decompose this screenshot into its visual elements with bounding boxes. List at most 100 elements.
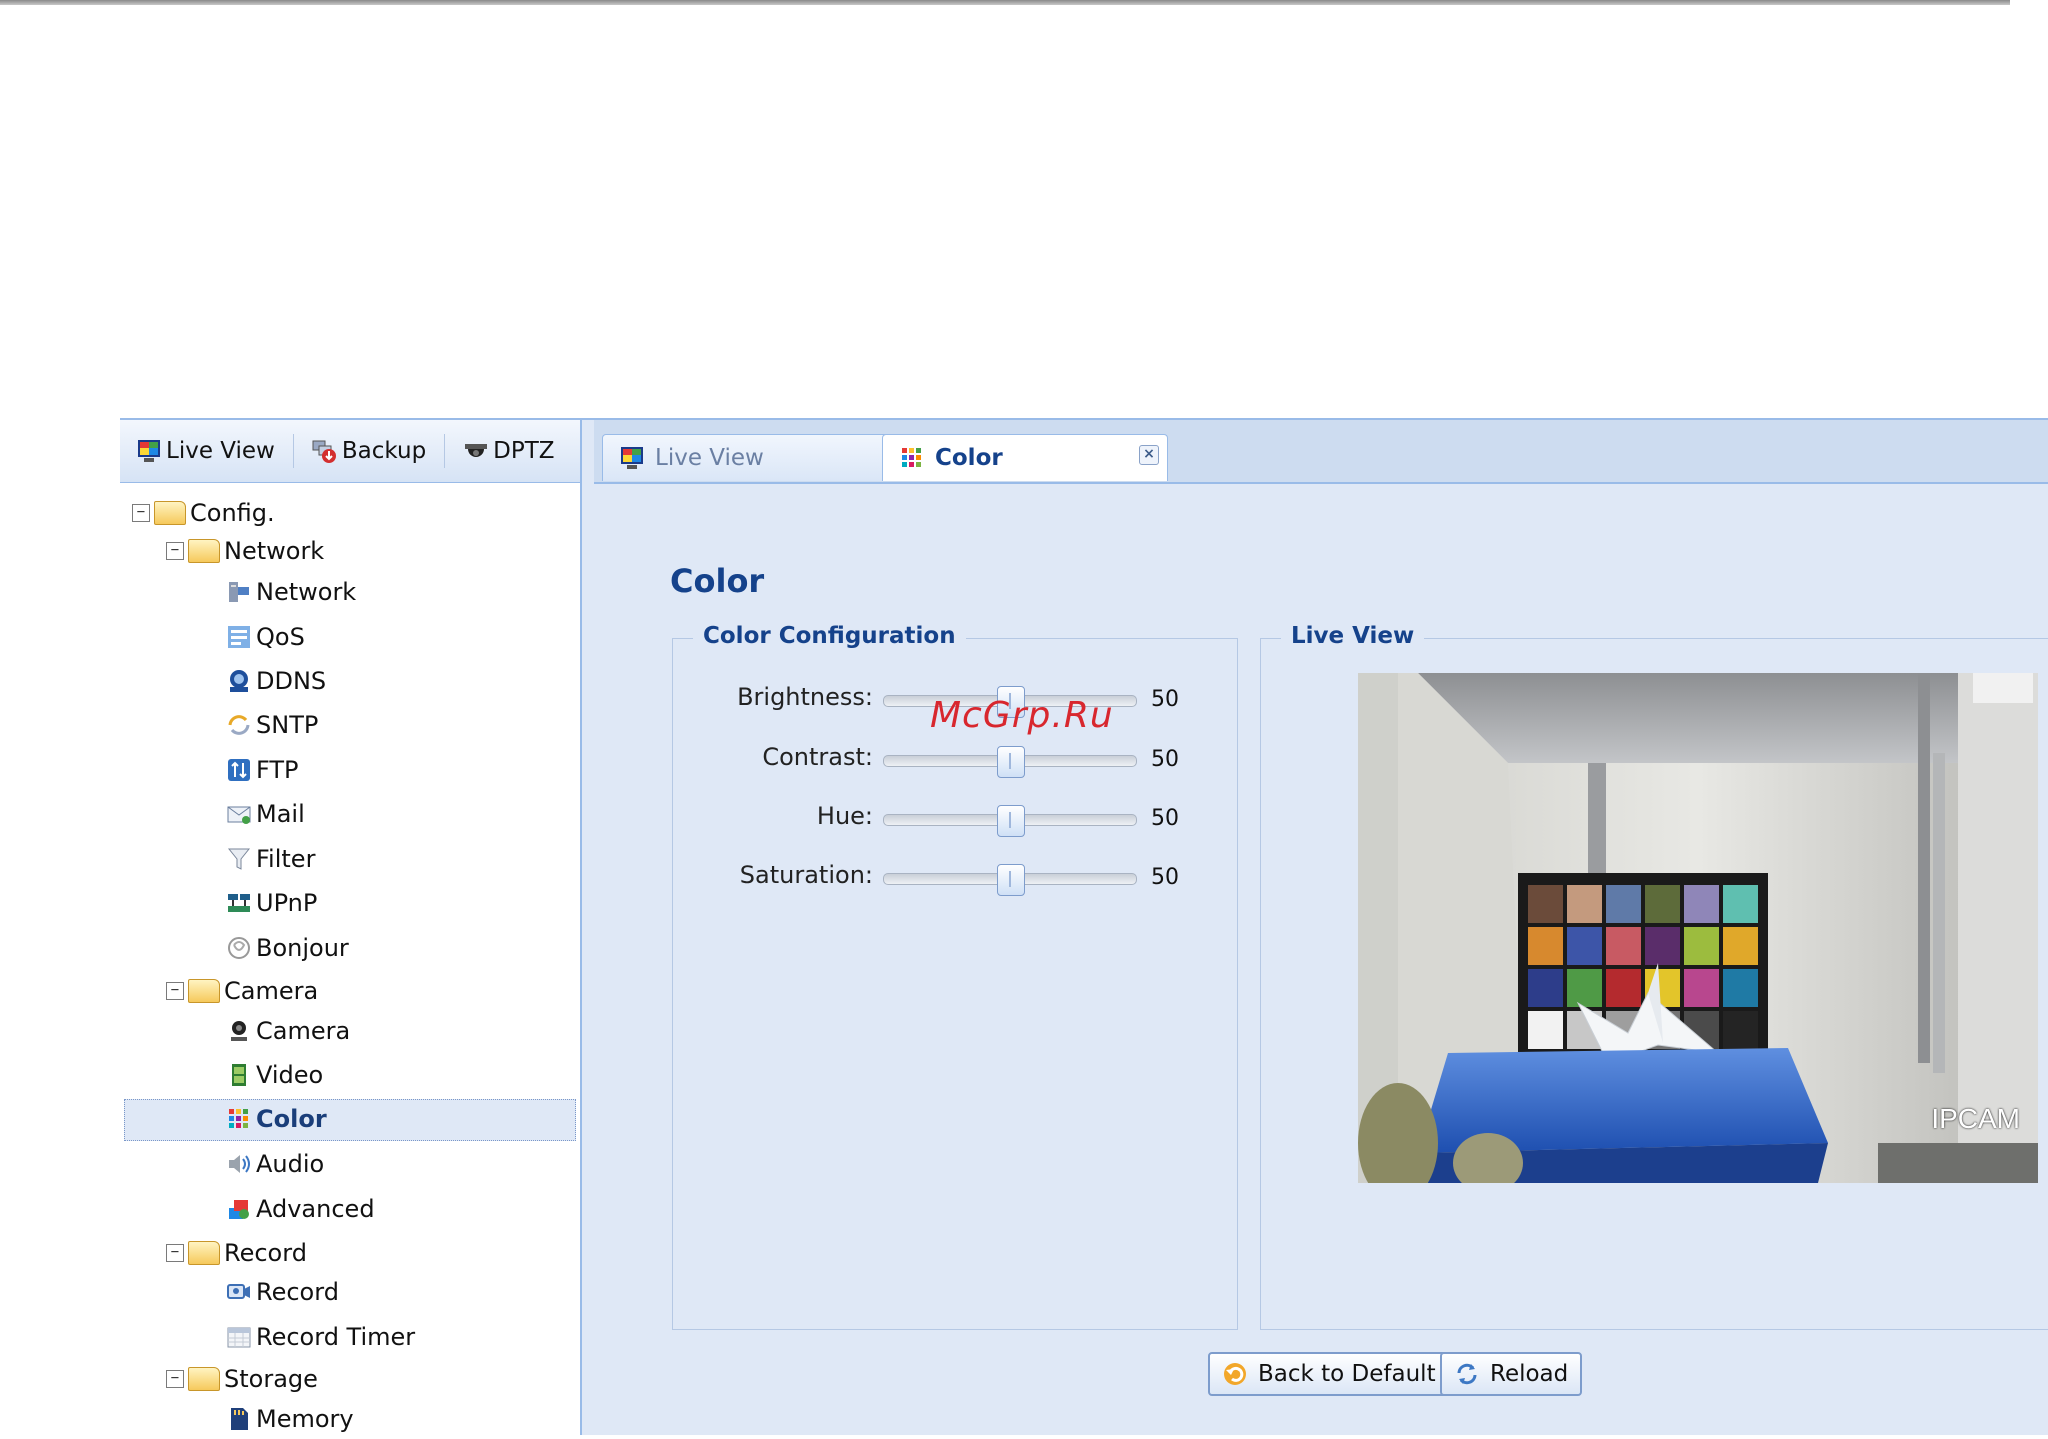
- live-view-image: IPCAM: [1358, 673, 2038, 1183]
- tree-label: Camera: [224, 977, 319, 1005]
- fieldset-legend: Color Configuration: [693, 623, 966, 649]
- tree-node-config[interactable]: − Config.: [132, 493, 275, 533]
- fieldset-legend: Live View: [1281, 623, 1425, 649]
- tree-item-mail[interactable]: Mail: [226, 794, 305, 834]
- tree-item-network[interactable]: Network: [226, 572, 356, 612]
- slider-value: 50: [1151, 687, 1179, 712]
- collapse-icon[interactable]: −: [166, 982, 184, 1000]
- mail-icon: [227, 806, 251, 824]
- slider-track[interactable]: [883, 686, 1137, 718]
- dptz-button[interactable]: DPTZ: [459, 438, 558, 464]
- page-title: Color: [670, 562, 765, 600]
- tree-label: Bonjour: [256, 934, 349, 962]
- tree-item-bonjour[interactable]: Bonjour: [226, 928, 349, 968]
- folder-icon: [188, 539, 220, 563]
- folder-icon: [188, 1241, 220, 1265]
- network-icon: [229, 582, 249, 602]
- close-icon[interactable]: ×: [1139, 445, 1159, 465]
- sync-icon: [228, 715, 250, 735]
- reload-button[interactable]: Reload: [1440, 1352, 1583, 1396]
- tree-label: Camera: [256, 1017, 351, 1045]
- tree-label: Filter: [256, 845, 316, 873]
- folder-icon: [154, 501, 186, 525]
- tree-item-record[interactable]: Record: [226, 1272, 339, 1312]
- dome-camera-icon: [465, 444, 488, 457]
- slider-row-brightness: Brightness: 50: [673, 679, 1233, 719]
- navigation-panel: Live View Backup DPTZ − Config. − Networ…: [120, 420, 582, 1435]
- tree-label: Video: [256, 1061, 324, 1089]
- tree-item-color[interactable]: Color: [226, 1099, 327, 1139]
- folder-icon: [188, 1367, 220, 1391]
- collapse-icon[interactable]: −: [132, 504, 150, 522]
- tree-item-ddns[interactable]: DDNS: [226, 661, 326, 701]
- tree-item-qos[interactable]: QoS: [226, 617, 305, 657]
- slider-track[interactable]: [883, 805, 1137, 837]
- tree-item-ftp[interactable]: FTP: [226, 750, 299, 790]
- tree-label: UPnP: [256, 889, 318, 917]
- calendar-icon: [227, 1327, 251, 1348]
- slider-thumb[interactable]: [997, 686, 1025, 718]
- webcam-icon: [231, 1021, 247, 1041]
- tree-item-audio[interactable]: Audio: [226, 1144, 324, 1184]
- selection-highlight: [124, 1099, 576, 1141]
- button-label: Reload: [1490, 1361, 1569, 1387]
- collapse-icon[interactable]: −: [166, 1370, 184, 1388]
- tree-label: SNTP: [256, 711, 319, 739]
- tree-item-record-timer[interactable]: Record Timer: [226, 1317, 415, 1357]
- slider-value: 50: [1151, 747, 1179, 772]
- tree-node-storage-group[interactable]: − Storage: [166, 1359, 318, 1399]
- tree-label: Network: [224, 537, 325, 565]
- tree-label: FTP: [256, 756, 299, 784]
- slider-thumb[interactable]: [997, 805, 1025, 837]
- memory-card-icon: [231, 1408, 248, 1430]
- upnp-icon: [228, 894, 250, 912]
- live-view-label: Live View: [166, 438, 275, 464]
- tree-item-sntp[interactable]: SNTP: [226, 705, 318, 745]
- tree-item-video[interactable]: Video: [226, 1055, 323, 1095]
- tab-bar: Live View Color ×: [594, 420, 2048, 484]
- filter-icon: [227, 848, 251, 870]
- live-view-button[interactable]: Live View: [132, 438, 279, 464]
- backup-button[interactable]: Backup: [308, 438, 430, 464]
- slider-row-hue: Hue: 50: [673, 798, 1233, 838]
- tab-label: Live View: [655, 445, 764, 471]
- tree-label: Config.: [190, 499, 275, 527]
- slider-track[interactable]: [883, 864, 1137, 896]
- tree-item-filter[interactable]: Filter: [226, 839, 315, 879]
- record-icon: [227, 1284, 250, 1299]
- tree-label: DDNS: [256, 667, 327, 695]
- tree-label: QoS: [256, 623, 305, 651]
- color-configuration-fieldset: Color Configuration Brightness: 50 Contras…: [672, 623, 1238, 1330]
- slider-thumb[interactable]: [997, 864, 1025, 896]
- backup-icon: [312, 440, 336, 463]
- tree-item-memory[interactable]: Memory: [226, 1399, 354, 1439]
- folder-icon: [188, 979, 220, 1003]
- tree-node-record-group[interactable]: − Record: [166, 1233, 307, 1273]
- tree-label: Record Timer: [256, 1323, 416, 1351]
- slider-thumb[interactable]: [997, 746, 1025, 778]
- collapse-icon[interactable]: −: [166, 542, 184, 560]
- tree-label: Record: [256, 1278, 339, 1306]
- slider-label: Contrast:: [762, 743, 873, 771]
- tab-label: Color: [935, 445, 1003, 471]
- tab-color[interactable]: Color ×: [882, 434, 1168, 481]
- tree-label: Storage: [224, 1365, 318, 1393]
- slider-value: 50: [1151, 865, 1179, 890]
- tree-label: Mail: [256, 800, 305, 828]
- tree-item-upnp[interactable]: UPnP: [226, 883, 317, 923]
- back-to-default-button[interactable]: Back to Default: [1208, 1352, 1450, 1396]
- tree-node-camera-group[interactable]: − Camera: [166, 971, 318, 1011]
- left-toolbar: Live View Backup DPTZ: [120, 420, 580, 483]
- tree-label: Network: [256, 578, 357, 606]
- qos-icon: [228, 626, 250, 648]
- color-grid-icon: [902, 448, 921, 467]
- tree-node-network-group[interactable]: − Network: [166, 531, 324, 571]
- monitor-icon: [138, 440, 160, 462]
- monitor-icon: [621, 447, 643, 469]
- tree-item-advanced[interactable]: Advanced: [226, 1189, 375, 1229]
- slider-track[interactable]: [883, 746, 1137, 778]
- ftp-icon: [228, 759, 250, 781]
- tree-item-camera[interactable]: Camera: [226, 1011, 350, 1051]
- tab-live-view[interactable]: Live View: [602, 434, 888, 481]
- collapse-icon[interactable]: −: [166, 1244, 184, 1262]
